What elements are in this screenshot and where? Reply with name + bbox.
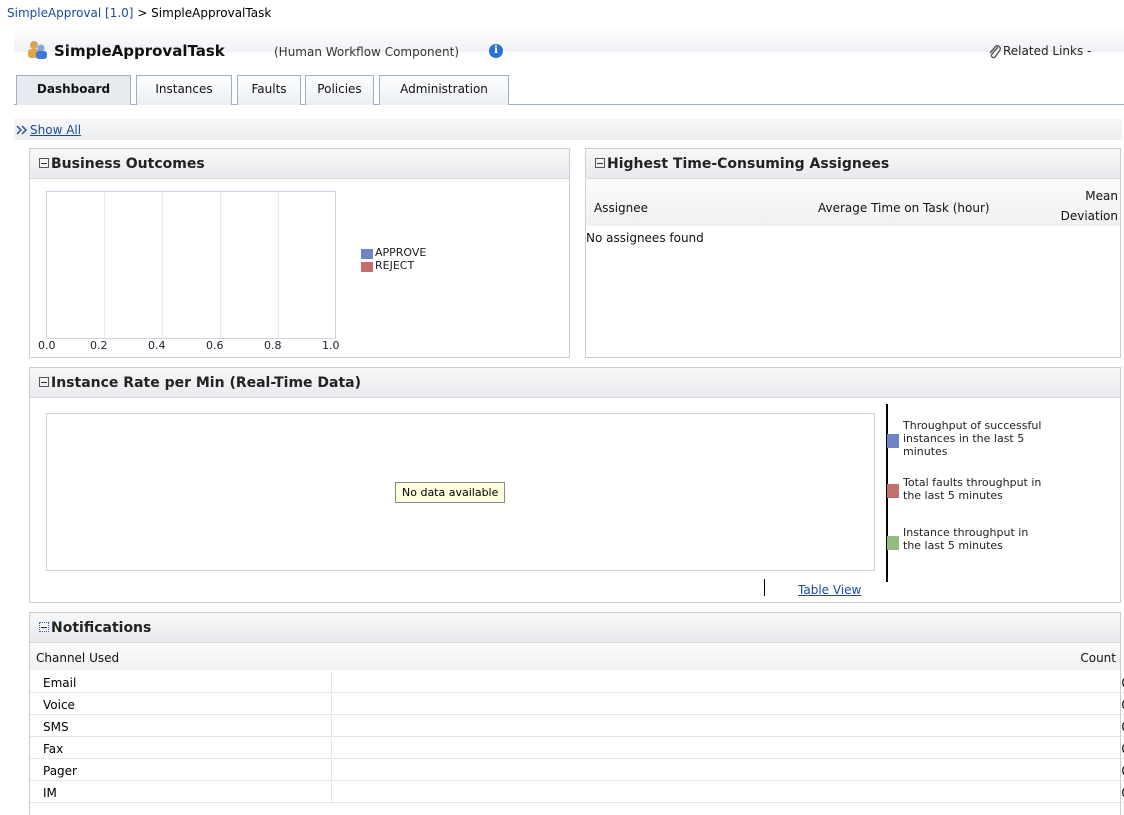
business-outcomes-plot xyxy=(46,191,336,339)
tab-faults[interactable]: Faults xyxy=(237,75,301,105)
legend-instance-swatch xyxy=(887,536,899,550)
separator xyxy=(764,579,765,596)
breadcrumb-current: SimpleApprovalTask xyxy=(151,6,272,20)
collapse-icon[interactable] xyxy=(39,158,49,168)
x-tick-label: 0.4 xyxy=(148,339,166,352)
col-channel-used[interactable]: Channel Used xyxy=(36,651,119,665)
breadcrumb-parent-link[interactable]: SimpleApproval [1.0] xyxy=(7,6,133,20)
collapse-icon[interactable] xyxy=(39,377,49,387)
legend-line: minutes xyxy=(903,445,948,458)
expand-arrows-icon[interactable] xyxy=(16,125,30,135)
gridline xyxy=(104,192,105,338)
col-mean-deviation-line1[interactable]: Mean xyxy=(1076,189,1118,203)
legend-approve-swatch xyxy=(361,249,373,259)
breadcrumb: SimpleApproval [1.0] > SimpleApprovalTas… xyxy=(7,6,271,20)
col-assignee[interactable]: Assignee xyxy=(594,201,648,215)
breadcrumb-separator: > xyxy=(133,6,152,20)
table-row: Fax0 xyxy=(30,738,1124,759)
assignees-panel: Highest Time-Consuming Assignees Assigne… xyxy=(585,148,1121,358)
tab-policies[interactable]: Policies xyxy=(305,75,374,105)
table-row: SMS0 xyxy=(30,716,1124,737)
notifications-title: Notifications xyxy=(51,620,152,636)
table-row: Pager0 xyxy=(30,760,1124,781)
notifications-panel: Notifications Channel Used Count Email0 … xyxy=(29,612,1124,815)
channel-name: Fax xyxy=(43,742,64,756)
user-group-icon xyxy=(28,41,47,59)
tab-instances[interactable]: Instances xyxy=(136,75,232,105)
legend-line: instances in the last 5 xyxy=(903,432,1025,445)
column-divider xyxy=(331,760,332,780)
business-outcomes-panel: Business Outcomes 0.0 0.2 0.4 0.6 0.8 1.… xyxy=(29,148,570,358)
column-divider xyxy=(331,782,332,802)
table-row: IM0 xyxy=(30,782,1124,803)
channel-name: IM xyxy=(43,786,57,800)
legend-line: Throughput of successful xyxy=(903,419,1042,432)
x-tick-label: 0.6 xyxy=(206,339,224,352)
instance-rate-title: Instance Rate per Min (Real-Time Data) xyxy=(51,375,362,391)
legend-successful-swatch xyxy=(887,434,899,448)
x-tick-label: 0.8 xyxy=(264,339,282,352)
business-outcomes-header[interactable]: Business Outcomes xyxy=(30,149,569,179)
column-divider xyxy=(331,694,332,714)
col-count[interactable]: Count xyxy=(1080,651,1116,665)
instance-rate-header[interactable]: Instance Rate per Min (Real-Time Data) xyxy=(30,368,1120,398)
legend-instance-label: Instance throughput in the last 5 minute… xyxy=(903,526,1028,552)
legend-line: Instance throughput in xyxy=(903,526,1029,539)
notifications-table-body: Email0 Voice0 SMS0 Fax0 Pager0 IM0 xyxy=(30,672,1124,812)
notifications-header[interactable]: Notifications xyxy=(30,613,1120,643)
channel-name: SMS xyxy=(43,720,69,734)
legend-line: the last 5 minutes xyxy=(903,539,1003,552)
column-divider xyxy=(331,738,332,758)
tab-dashboard[interactable]: Dashboard xyxy=(16,75,131,105)
channel-name: Voice xyxy=(43,698,75,712)
legend-approve-label: APPROVE xyxy=(375,246,427,259)
gridline xyxy=(162,192,163,338)
related-links-menu[interactable]: Related Links - xyxy=(1003,44,1091,58)
tab-administration[interactable]: Administration xyxy=(379,75,509,105)
channel-name: Email xyxy=(43,676,77,690)
x-tick-label: 0.2 xyxy=(90,339,108,352)
business-outcomes-title: Business Outcomes xyxy=(51,156,205,172)
legend-reject-swatch xyxy=(361,262,373,272)
x-tick-label: 0.0 xyxy=(38,339,56,352)
legend-successful-label: Throughput of successful instances in th… xyxy=(903,419,1041,458)
table-row: Email0 xyxy=(30,672,1124,693)
column-divider xyxy=(331,716,332,736)
page-subtitle: (Human Workflow Component) xyxy=(274,45,460,59)
x-tick-label: 1.0 xyxy=(322,339,340,352)
legend-line: Total faults throughput in xyxy=(903,476,1042,489)
show-all-link[interactable]: Show All xyxy=(30,123,81,137)
no-data-tooltip: No data available xyxy=(395,482,506,503)
legend-faults-label: Total faults throughput in the last 5 mi… xyxy=(903,476,1041,502)
page-title: SimpleApprovalTask xyxy=(54,42,225,60)
legend-faults-swatch xyxy=(887,484,899,498)
gridline xyxy=(278,192,279,338)
assignees-header[interactable]: Highest Time-Consuming Assignees xyxy=(586,149,1120,179)
legend-line: the last 5 minutes xyxy=(903,489,1003,502)
legend-reject-label: REJECT xyxy=(375,259,415,272)
info-icon[interactable]: i xyxy=(489,44,503,58)
table-view-link[interactable]: Table View xyxy=(798,583,861,597)
col-average-time[interactable]: Average Time on Task (hour) xyxy=(818,201,990,215)
table-row: Voice0 xyxy=(30,694,1124,715)
notifications-column-header xyxy=(30,644,1120,670)
instance-rate-panel: Instance Rate per Min (Real-Time Data) N… xyxy=(29,367,1121,603)
gridline xyxy=(220,192,221,338)
assignees-title: Highest Time-Consuming Assignees xyxy=(607,156,890,172)
empty-message: No assignees found xyxy=(586,231,704,245)
collapse-icon[interactable] xyxy=(39,622,49,632)
collapse-icon[interactable] xyxy=(595,158,605,168)
show-all-bar xyxy=(14,118,1122,140)
column-divider xyxy=(331,672,332,692)
channel-name: Pager xyxy=(43,764,77,778)
related-links-label: Related Links xyxy=(1003,44,1084,58)
col-mean-deviation-line2[interactable]: Deviation xyxy=(1050,209,1118,223)
paperclip-icon[interactable] xyxy=(988,44,1002,60)
